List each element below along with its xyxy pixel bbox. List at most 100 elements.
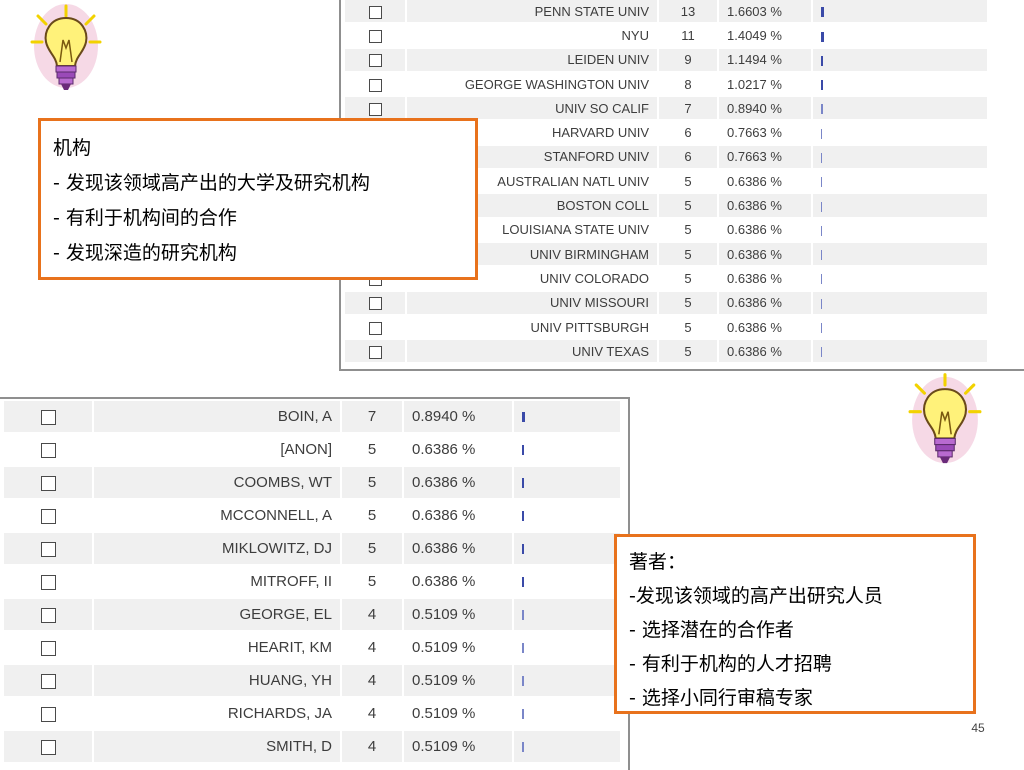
checkbox-icon[interactable] [368,297,382,311]
callout-line: - 选择潜在的合作者 [629,619,794,641]
name-cell: UNIV TEXAS [407,340,659,365]
authors-results-panel: BOIN, A 7 0.8940 % [ANON] 5 0.6386 % COOMBS, W… [0,397,630,770]
distribution-bar [522,412,525,423]
bar-cell [813,340,989,365]
record-count-cell: 5 [342,500,404,533]
record-count-cell: 6 [659,121,719,146]
select-cell [345,340,407,365]
select-cell [345,72,407,98]
callout-heading: 机构 [53,137,92,159]
distribution-bar [821,80,823,91]
record-count-cell: 7 [659,97,719,122]
bar-cell [813,291,989,316]
record-count-cell: 5 [659,194,719,219]
select-cell [4,434,94,467]
checkbox-icon[interactable] [40,442,56,458]
bar-cell [813,315,989,341]
name-cell: BOIN, A [94,401,342,434]
checkbox-icon[interactable] [40,640,56,656]
table-row: MITROFF, II 5 0.6386 % [4,566,622,599]
record-count-cell: 4 [342,665,404,698]
checkbox-icon[interactable] [40,409,56,425]
table-row: BOIN, A 7 0.8940 % [4,401,622,434]
name-cell: [ANON] [94,434,342,467]
distribution-bar [522,676,524,687]
record-count-cell: 4 [342,698,404,731]
select-cell [4,599,94,632]
distribution-bar [821,104,823,115]
record-count-cell: 4 [342,632,404,665]
distribution-bar [522,577,524,588]
bar-cell [514,698,622,731]
percent-cell: 0.5109 % [404,632,514,665]
table-row: UNIV PITTSBURGH 5 0.6386 % [345,315,989,341]
bar-cell [514,632,622,665]
callout-line: - 发现深造的研究机构 [53,242,237,264]
name-cell: GEORGE, EL [94,599,342,632]
record-count-cell: 5 [659,267,719,292]
percent-cell: 0.6386 % [719,218,813,243]
authors-table: BOIN, A 7 0.8940 % [ANON] 5 0.6386 % COOMBS, W… [4,401,622,764]
percent-cell: 0.5109 % [404,731,514,764]
checkbox-icon[interactable] [368,5,382,19]
distribution-bar [821,55,823,66]
bar-cell [813,48,989,73]
name-cell: UNIV MISSOURI [407,291,659,316]
select-cell [345,0,407,25]
percent-cell: 0.6386 % [404,434,514,467]
distribution-bar [821,128,822,139]
select-cell [345,291,407,316]
bar-cell [813,72,989,98]
bar-cell [813,267,989,292]
percent-cell: 0.6386 % [719,194,813,219]
bar-cell [514,533,622,566]
authors-callout: 著者： -发现该领域的高产出研究人员 - 选择潜在的合作者 - 有利于机构的人才… [614,534,976,714]
percent-cell: 0.6386 % [719,242,813,268]
checkbox-icon[interactable] [368,102,382,116]
table-row: GEORGE, EL 4 0.5109 % [4,599,622,632]
record-count-cell: 6 [659,145,719,171]
distribution-bar [522,742,524,753]
callout-line: - 有利于机构的人才招聘 [629,653,832,675]
distribution-bar [522,709,524,720]
checkbox-icon[interactable] [40,541,56,557]
table-row: MIKLOWITZ, DJ 5 0.6386 % [4,533,622,566]
checkbox-icon[interactable] [40,739,56,755]
select-cell [4,566,94,599]
name-cell: HUANG, YH [94,665,342,698]
record-count-cell: 5 [659,218,719,243]
select-cell [4,533,94,566]
name-cell: PENN STATE UNIV [407,0,659,25]
percent-cell: 0.5109 % [404,698,514,731]
bar-cell [514,566,622,599]
select-cell [345,315,407,341]
checkbox-icon[interactable] [368,78,382,92]
record-count-cell: 5 [342,434,404,467]
distribution-bar [821,250,822,261]
name-cell: MCCONNELL, A [94,500,342,533]
checkbox-icon[interactable] [368,54,382,68]
name-cell: GEORGE WASHINGTON UNIV [407,72,659,98]
checkbox-icon[interactable] [40,475,56,491]
select-cell [4,632,94,665]
percent-cell: 0.8940 % [719,97,813,122]
select-cell [4,665,94,698]
record-count-cell: 11 [659,24,719,49]
checkbox-icon[interactable] [368,345,382,359]
record-count-cell: 5 [342,566,404,599]
checkbox-icon[interactable] [368,29,382,43]
checkbox-icon[interactable] [40,607,56,623]
table-row: UNIV MISSOURI 5 0.6386 % [345,291,989,316]
bar-cell [813,145,989,171]
institutions-callout: 机构 - 发现该领域高产出的大学及研究机构 - 有利于机构间的合作 - 发现深造… [38,118,478,280]
checkbox-icon[interactable] [40,706,56,722]
checkbox-icon[interactable] [368,321,382,335]
checkbox-icon[interactable] [40,574,56,590]
bar-cell [813,24,989,49]
select-cell [4,467,94,500]
bar-cell [813,121,989,146]
bar-cell [813,97,989,122]
distribution-bar [821,31,824,42]
checkbox-icon[interactable] [40,508,56,524]
checkbox-icon[interactable] [40,673,56,689]
